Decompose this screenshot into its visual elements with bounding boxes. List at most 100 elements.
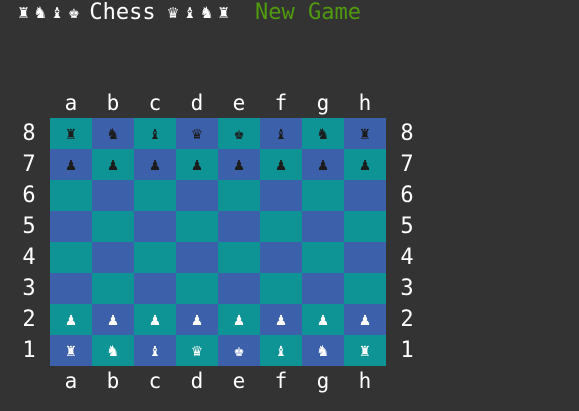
square-c6[interactable] [134, 180, 176, 211]
square-f4[interactable] [260, 242, 302, 273]
square-a5[interactable] [50, 211, 92, 242]
square-a3[interactable] [50, 273, 92, 304]
rank-label: 8 [22, 121, 36, 146]
square-f2[interactable]: ♟ [260, 304, 302, 335]
square-f6[interactable] [260, 180, 302, 211]
square-b6[interactable] [92, 180, 134, 211]
file-label: e [232, 369, 246, 393]
square-c3[interactable] [134, 273, 176, 304]
square-a7[interactable]: ♟ [50, 149, 92, 180]
square-h4[interactable] [344, 242, 386, 273]
square-b2[interactable]: ♟ [92, 304, 134, 335]
square-g6[interactable] [302, 180, 344, 211]
rank-label: 3 [22, 276, 36, 301]
rank-label: 5 [400, 214, 414, 239]
square-a6[interactable] [50, 180, 92, 211]
square-d7[interactable]: ♟ [176, 149, 218, 180]
square-d2[interactable]: ♟ [176, 304, 218, 335]
file-label: b [106, 369, 120, 393]
square-h1[interactable]: ♜ [344, 335, 386, 366]
rank-label: 6 [22, 183, 36, 208]
square-e1[interactable]: ♚ [218, 335, 260, 366]
square-h2[interactable]: ♟ [344, 304, 386, 335]
square-b4[interactable] [92, 242, 134, 273]
square-c2[interactable]: ♟ [134, 304, 176, 335]
square-b5[interactable] [92, 211, 134, 242]
square-e2[interactable]: ♟ [218, 304, 260, 335]
square-g8[interactable]: ♞ [302, 118, 344, 149]
knight-icon: ♞ [201, 1, 213, 23]
square-a8[interactable]: ♜ [50, 118, 92, 149]
rank-labels-left: 8 7 6 5 4 3 2 1 [8, 118, 50, 366]
rank-labels-right: 8 7 6 5 4 3 2 1 [386, 118, 428, 366]
rank-label: 6 [400, 183, 414, 208]
square-g1[interactable]: ♞ [302, 335, 344, 366]
square-g4[interactable] [302, 242, 344, 273]
square-b1[interactable]: ♞ [92, 335, 134, 366]
file-labels-top: a b c d e f g h [50, 88, 386, 118]
rank-label: 1 [22, 338, 36, 363]
rank-label: 8 [400, 121, 414, 146]
rank-label: 5 [22, 214, 36, 239]
rank-label: 1 [400, 338, 414, 363]
square-d8[interactable]: ♛ [176, 118, 218, 149]
square-d1[interactable]: ♛ [176, 335, 218, 366]
file-label: b [106, 91, 120, 115]
square-h7[interactable]: ♟ [344, 149, 386, 180]
square-b3[interactable] [92, 273, 134, 304]
square-g5[interactable] [302, 211, 344, 242]
square-d3[interactable] [176, 273, 218, 304]
file-label: d [190, 369, 204, 393]
square-c1[interactable]: ♝ [134, 335, 176, 366]
rank-label: 2 [400, 307, 414, 332]
square-g2[interactable]: ♟ [302, 304, 344, 335]
square-h5[interactable] [344, 211, 386, 242]
king-icon: ♚ [68, 1, 80, 23]
square-b7[interactable]: ♟ [92, 149, 134, 180]
square-c4[interactable] [134, 242, 176, 273]
square-h8[interactable]: ♜ [344, 118, 386, 149]
square-f3[interactable] [260, 273, 302, 304]
square-c7[interactable]: ♟ [134, 149, 176, 180]
file-label: g [316, 369, 330, 393]
square-a2[interactable]: ♟ [50, 304, 92, 335]
square-d5[interactable] [176, 211, 218, 242]
square-h6[interactable] [344, 180, 386, 211]
file-label: c [148, 369, 162, 393]
file-label: c [148, 91, 162, 115]
square-a1[interactable]: ♜ [50, 335, 92, 366]
page-title: Chess [89, 0, 156, 25]
rank-label: 4 [22, 245, 36, 270]
square-a4[interactable] [50, 242, 92, 273]
file-label: d [190, 91, 204, 115]
square-b8[interactable]: ♞ [92, 118, 134, 149]
rank-label: 4 [400, 245, 414, 270]
square-f1[interactable]: ♝ [260, 335, 302, 366]
square-g3[interactable] [302, 273, 344, 304]
square-c8[interactable]: ♝ [134, 118, 176, 149]
square-e6[interactable] [218, 180, 260, 211]
queen-icon: ♛ [167, 1, 179, 23]
square-d4[interactable] [176, 242, 218, 273]
file-label: e [232, 91, 246, 115]
square-f7[interactable]: ♟ [260, 149, 302, 180]
square-e8[interactable]: ♚ [218, 118, 260, 149]
file-labels-bottom: a b c d e f g h [50, 366, 386, 396]
rook-icon: ♜ [218, 1, 229, 23]
square-e3[interactable] [218, 273, 260, 304]
square-e5[interactable] [218, 211, 260, 242]
square-h3[interactable] [344, 273, 386, 304]
square-e4[interactable] [218, 242, 260, 273]
square-e7[interactable]: ♟ [218, 149, 260, 180]
square-d6[interactable] [176, 180, 218, 211]
file-label: g [316, 91, 330, 115]
square-f5[interactable] [260, 211, 302, 242]
square-c5[interactable] [134, 211, 176, 242]
file-label: h [358, 91, 372, 115]
square-g7[interactable]: ♟ [302, 149, 344, 180]
bishop-icon: ♝ [184, 1, 196, 23]
chess-board: ♜ ♞ ♝ ♛ ♚ ♝ ♞ ♜ ♟ ♟ ♟ ♟ ♟ ♟ ♟ ♟ ♟ ♟ ♟ ♟ ♟ ♟ ♟ ♟ ♜ ♞ ♝ ♛ ♚ ♝ ♞ ♜ [50, 118, 386, 366]
square-f8[interactable]: ♝ [260, 118, 302, 149]
rook-icon: ♜ [18, 1, 29, 23]
new-game-link[interactable]: New Game [255, 0, 361, 25]
